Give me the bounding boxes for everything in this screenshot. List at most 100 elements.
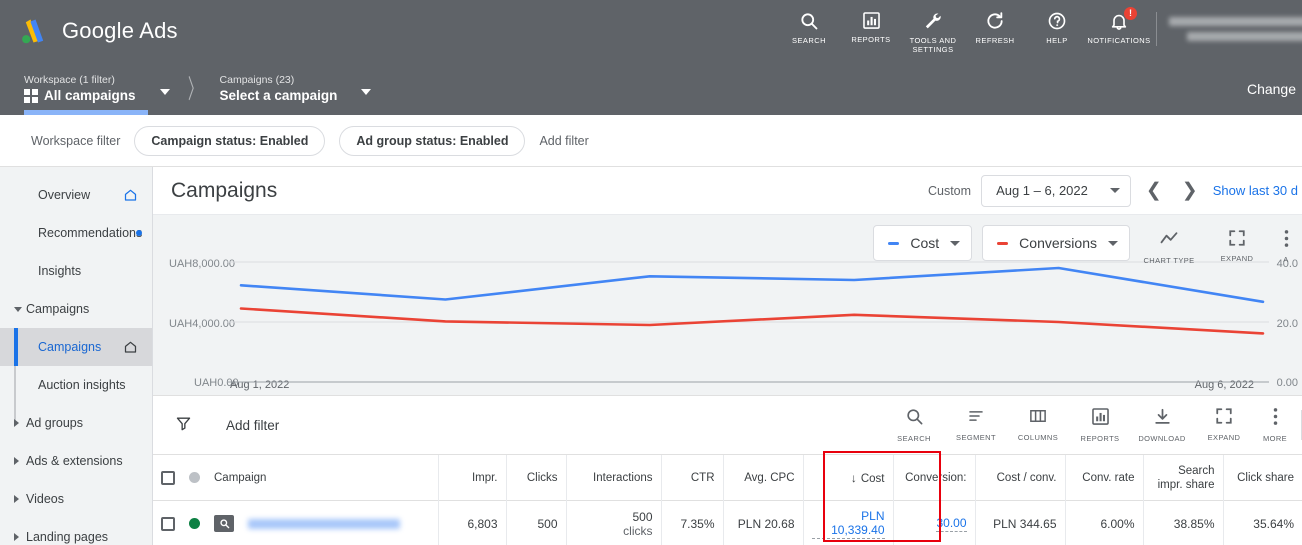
cell-search-impr-share: 38.85% bbox=[1142, 500, 1223, 545]
header-clicks[interactable]: Clicks bbox=[505, 454, 566, 501]
top-refresh-button[interactable]: REFRESH bbox=[964, 6, 1026, 45]
top-help-button[interactable]: HELP bbox=[1026, 6, 1088, 45]
header-conv-rate[interactable]: Conv. rate bbox=[1064, 454, 1143, 501]
chevron-down-icon bbox=[1108, 240, 1118, 246]
breadcrumb-campaigns[interactable]: Campaigns (23) Select a campaign bbox=[220, 74, 372, 104]
notification-badge: ! bbox=[1124, 7, 1137, 20]
row-checkbox[interactable] bbox=[161, 516, 175, 531]
cost-value-link[interactable]: PLN 10,339.40 bbox=[811, 509, 885, 539]
workspace-filter-label: Workspace filter bbox=[31, 133, 121, 148]
top-search-button[interactable]: SEARCH bbox=[778, 6, 840, 45]
top-reports-button[interactable]: REPORTS bbox=[840, 6, 902, 44]
show-last-30-days-link[interactable]: Show last 30 d bbox=[1213, 183, 1298, 198]
date-range-value: Aug 1 – 6, 2022 bbox=[996, 183, 1088, 198]
sidebar-item-recommendations[interactable]: Recommendations bbox=[0, 214, 152, 252]
chip-ad-group-status[interactable]: Ad group status: Enabled bbox=[339, 125, 526, 156]
top-reports-label: REPORTS bbox=[851, 35, 891, 44]
brand-block[interactable]: Google Ads bbox=[18, 16, 178, 46]
cell-campaign[interactable] bbox=[153, 500, 438, 545]
sidebar-item-label: Ads & extensions bbox=[26, 454, 123, 468]
top-app-bar: Google Ads SEARCH REPORTS TOOLS AND SETT… bbox=[0, 0, 1302, 62]
sidebar-item-campaigns[interactable]: Campaigns bbox=[0, 328, 152, 366]
chart-metric-controls: Cost Conversions CHART TYPE EXPAND A bbox=[873, 225, 1296, 265]
table-search-button[interactable]: SEARCH bbox=[883, 402, 945, 443]
header-ctr[interactable]: CTR bbox=[660, 454, 723, 501]
header-click-share[interactable]: Click share bbox=[1222, 454, 1302, 501]
chart-more-button[interactable]: A bbox=[1276, 225, 1296, 264]
table-more-button[interactable]: MORE bbox=[1255, 402, 1295, 443]
workspace-dropdown-caret[interactable] bbox=[159, 88, 170, 95]
campaign-dropdown-caret[interactable] bbox=[361, 88, 372, 95]
sidebar-group-ads-extensions[interactable]: Ads & extensions bbox=[0, 442, 152, 480]
cell-avg-cpc: PLN 20.68 bbox=[722, 500, 803, 545]
header-cost[interactable]: ↓ Cost bbox=[802, 454, 893, 501]
cell-clicks: 500 bbox=[505, 500, 566, 545]
sidebar-item-auction-insights[interactable]: Auction insights bbox=[0, 366, 152, 404]
header-conversions[interactable]: Conversion: bbox=[892, 454, 975, 501]
header-impr[interactable]: Impr. bbox=[437, 454, 506, 501]
metric-selector-cost[interactable]: Cost bbox=[873, 225, 973, 261]
cost-legend-swatch bbox=[888, 241, 900, 245]
expand-icon bbox=[1228, 229, 1246, 250]
chevron-down-icon bbox=[950, 240, 961, 246]
chevron-down-icon bbox=[14, 306, 22, 312]
sidebar: Overview Recommendations Insights Campai… bbox=[0, 167, 152, 545]
campaigns-table-card: Add filter SEARCH SEGMENT COLUMNS REPORT… bbox=[153, 395, 1302, 545]
header-interactions[interactable]: Interactions bbox=[565, 454, 661, 501]
top-tools-settings-label: TOOLS AND SETTINGS bbox=[909, 36, 957, 54]
top-notifications-button[interactable]: ! NOTIFICATIONS bbox=[1087, 6, 1150, 45]
conversions-value-link[interactable]: 30.00 bbox=[936, 516, 967, 532]
cell-conv-rate: 6.00% bbox=[1064, 500, 1143, 545]
header-cost-per-conv[interactable]: Cost / conv. bbox=[974, 454, 1065, 501]
workspace-name: All campaigns bbox=[44, 87, 136, 103]
sidebar-item-label: Campaigns bbox=[38, 340, 102, 354]
app-title: Google Ads bbox=[62, 18, 178, 43]
header-avg-cpc[interactable]: Avg. CPC bbox=[722, 454, 803, 501]
table-reports-button[interactable]: REPORTS bbox=[1069, 402, 1131, 443]
campaigns-count: Campaigns (23) bbox=[219, 73, 295, 86]
expand-icon bbox=[1215, 407, 1233, 428]
cell-impr: 6,803 bbox=[437, 500, 506, 545]
chevron-right-icon bbox=[14, 533, 19, 541]
sidebar-item-insights[interactable]: Insights bbox=[0, 252, 152, 290]
table-download-button[interactable]: DOWNLOAD bbox=[1131, 402, 1193, 443]
date-range-select[interactable]: Aug 1 – 6, 2022 bbox=[981, 174, 1131, 207]
header-cost-label: Cost bbox=[860, 472, 885, 485]
sidebar-item-label: Ad groups bbox=[26, 416, 83, 430]
metric-selector-conversions[interactable]: Conversions bbox=[982, 225, 1130, 261]
prev-period-button[interactable]: ❮ bbox=[1141, 181, 1167, 200]
header-campaign[interactable]: Campaign bbox=[153, 454, 438, 501]
change-link[interactable]: Change bbox=[1247, 81, 1296, 97]
sidebar-item-label: Campaigns bbox=[26, 302, 90, 316]
top-tools-settings-button[interactable]: TOOLS AND SETTINGS bbox=[902, 6, 964, 54]
next-period-button[interactable]: ❯ bbox=[1177, 181, 1203, 200]
account-info[interactable] bbox=[1169, 6, 1302, 41]
sidebar-item-label: Videos bbox=[26, 492, 64, 506]
table-segment-button[interactable]: SEGMENT bbox=[945, 402, 1007, 442]
table-expand-button[interactable]: EXPAND bbox=[1193, 402, 1255, 442]
table-add-filter[interactable]: Add filter bbox=[226, 418, 279, 433]
breadcrumb-workspace[interactable]: Workspace (1 filter) All campaigns bbox=[24, 74, 170, 104]
cell-cost[interactable]: PLN 10,339.40 bbox=[802, 500, 893, 545]
table-segment-label: SEGMENT bbox=[956, 433, 996, 442]
chart-expand-button[interactable]: EXPAND bbox=[1208, 225, 1266, 263]
sidebar-item-overview[interactable]: Overview bbox=[0, 176, 152, 214]
table-expand-label: EXPAND bbox=[1207, 433, 1241, 442]
chart-type-button[interactable]: CHART TYPE bbox=[1140, 225, 1198, 265]
sidebar-group-campaigns[interactable]: Campaigns bbox=[0, 290, 152, 328]
home-icon bbox=[123, 188, 138, 203]
sidebar-group-videos[interactable]: Videos bbox=[0, 480, 152, 518]
header-search-impr-share[interactable]: Search impr. share bbox=[1142, 454, 1223, 501]
workspace-add-filter[interactable]: Add filter bbox=[539, 134, 588, 148]
recommendations-dot-icon bbox=[136, 230, 142, 236]
funnel-icon[interactable] bbox=[175, 415, 192, 435]
table-columns-button[interactable]: COLUMNS bbox=[1007, 402, 1069, 442]
cell-conversions[interactable]: 30.00 bbox=[892, 500, 975, 545]
sidebar-group-landing-pages[interactable]: Landing pages bbox=[0, 518, 152, 545]
table-row[interactable]: 6,803 500 500 clicks 7.35% PLN 20.68 PLN… bbox=[153, 500, 1302, 545]
chip-campaign-status[interactable]: Campaign status: Enabled bbox=[134, 125, 326, 156]
more-vert-icon bbox=[1273, 407, 1278, 429]
select-all-checkbox[interactable] bbox=[161, 470, 175, 485]
sidebar-group-ad-groups[interactable]: Ad groups bbox=[0, 404, 152, 442]
sidebar-item-label: Auction insights bbox=[38, 378, 126, 392]
